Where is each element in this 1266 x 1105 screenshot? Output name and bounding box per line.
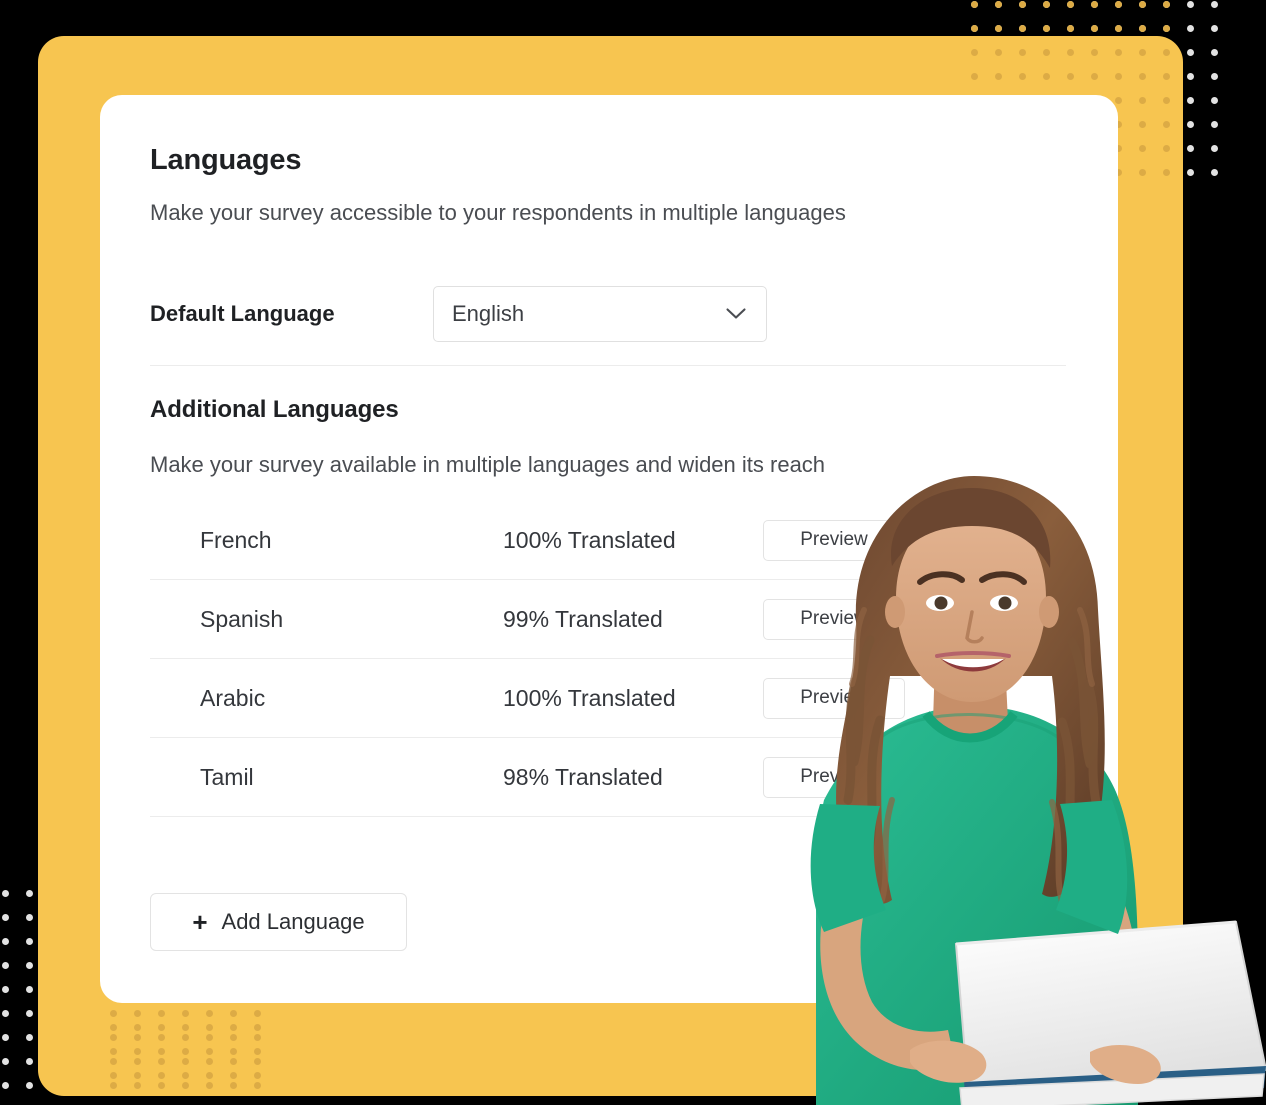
translation-progress: 100% Translated <box>503 684 676 711</box>
additional-languages-subtitle: Make your survey available in multiple l… <box>150 452 826 477</box>
chevron-down-icon[interactable] <box>726 308 746 320</box>
section-divider <box>150 365 1066 366</box>
page-stage: Languages Make your survey accessible to… <box>0 0 1266 1105</box>
language-name: Arabic <box>200 684 266 711</box>
default-language-row: Default Language English <box>150 286 767 342</box>
translation-progress: 98% Translated <box>503 763 663 790</box>
add-language-label: Add Language <box>221 909 365 934</box>
default-language-select[interactable]: English <box>433 286 767 342</box>
woman-with-laptop-photo <box>760 470 1266 1105</box>
language-name: Tamil <box>200 763 254 790</box>
default-language-value: English <box>452 301 525 326</box>
page-subtitle: Make your survey accessible to your resp… <box>150 200 846 225</box>
page-title: Languages <box>150 144 302 176</box>
additional-languages-title: Additional Languages <box>150 396 399 423</box>
add-language-button[interactable]: + Add Language <box>150 893 407 951</box>
translation-progress: 100% Translated <box>503 526 676 553</box>
default-language-label: Default Language <box>150 301 335 326</box>
language-name: French <box>200 526 272 553</box>
language-name: Spanish <box>200 605 284 632</box>
plus-icon: + <box>192 907 208 937</box>
translation-progress: 99% Translated <box>503 605 663 632</box>
